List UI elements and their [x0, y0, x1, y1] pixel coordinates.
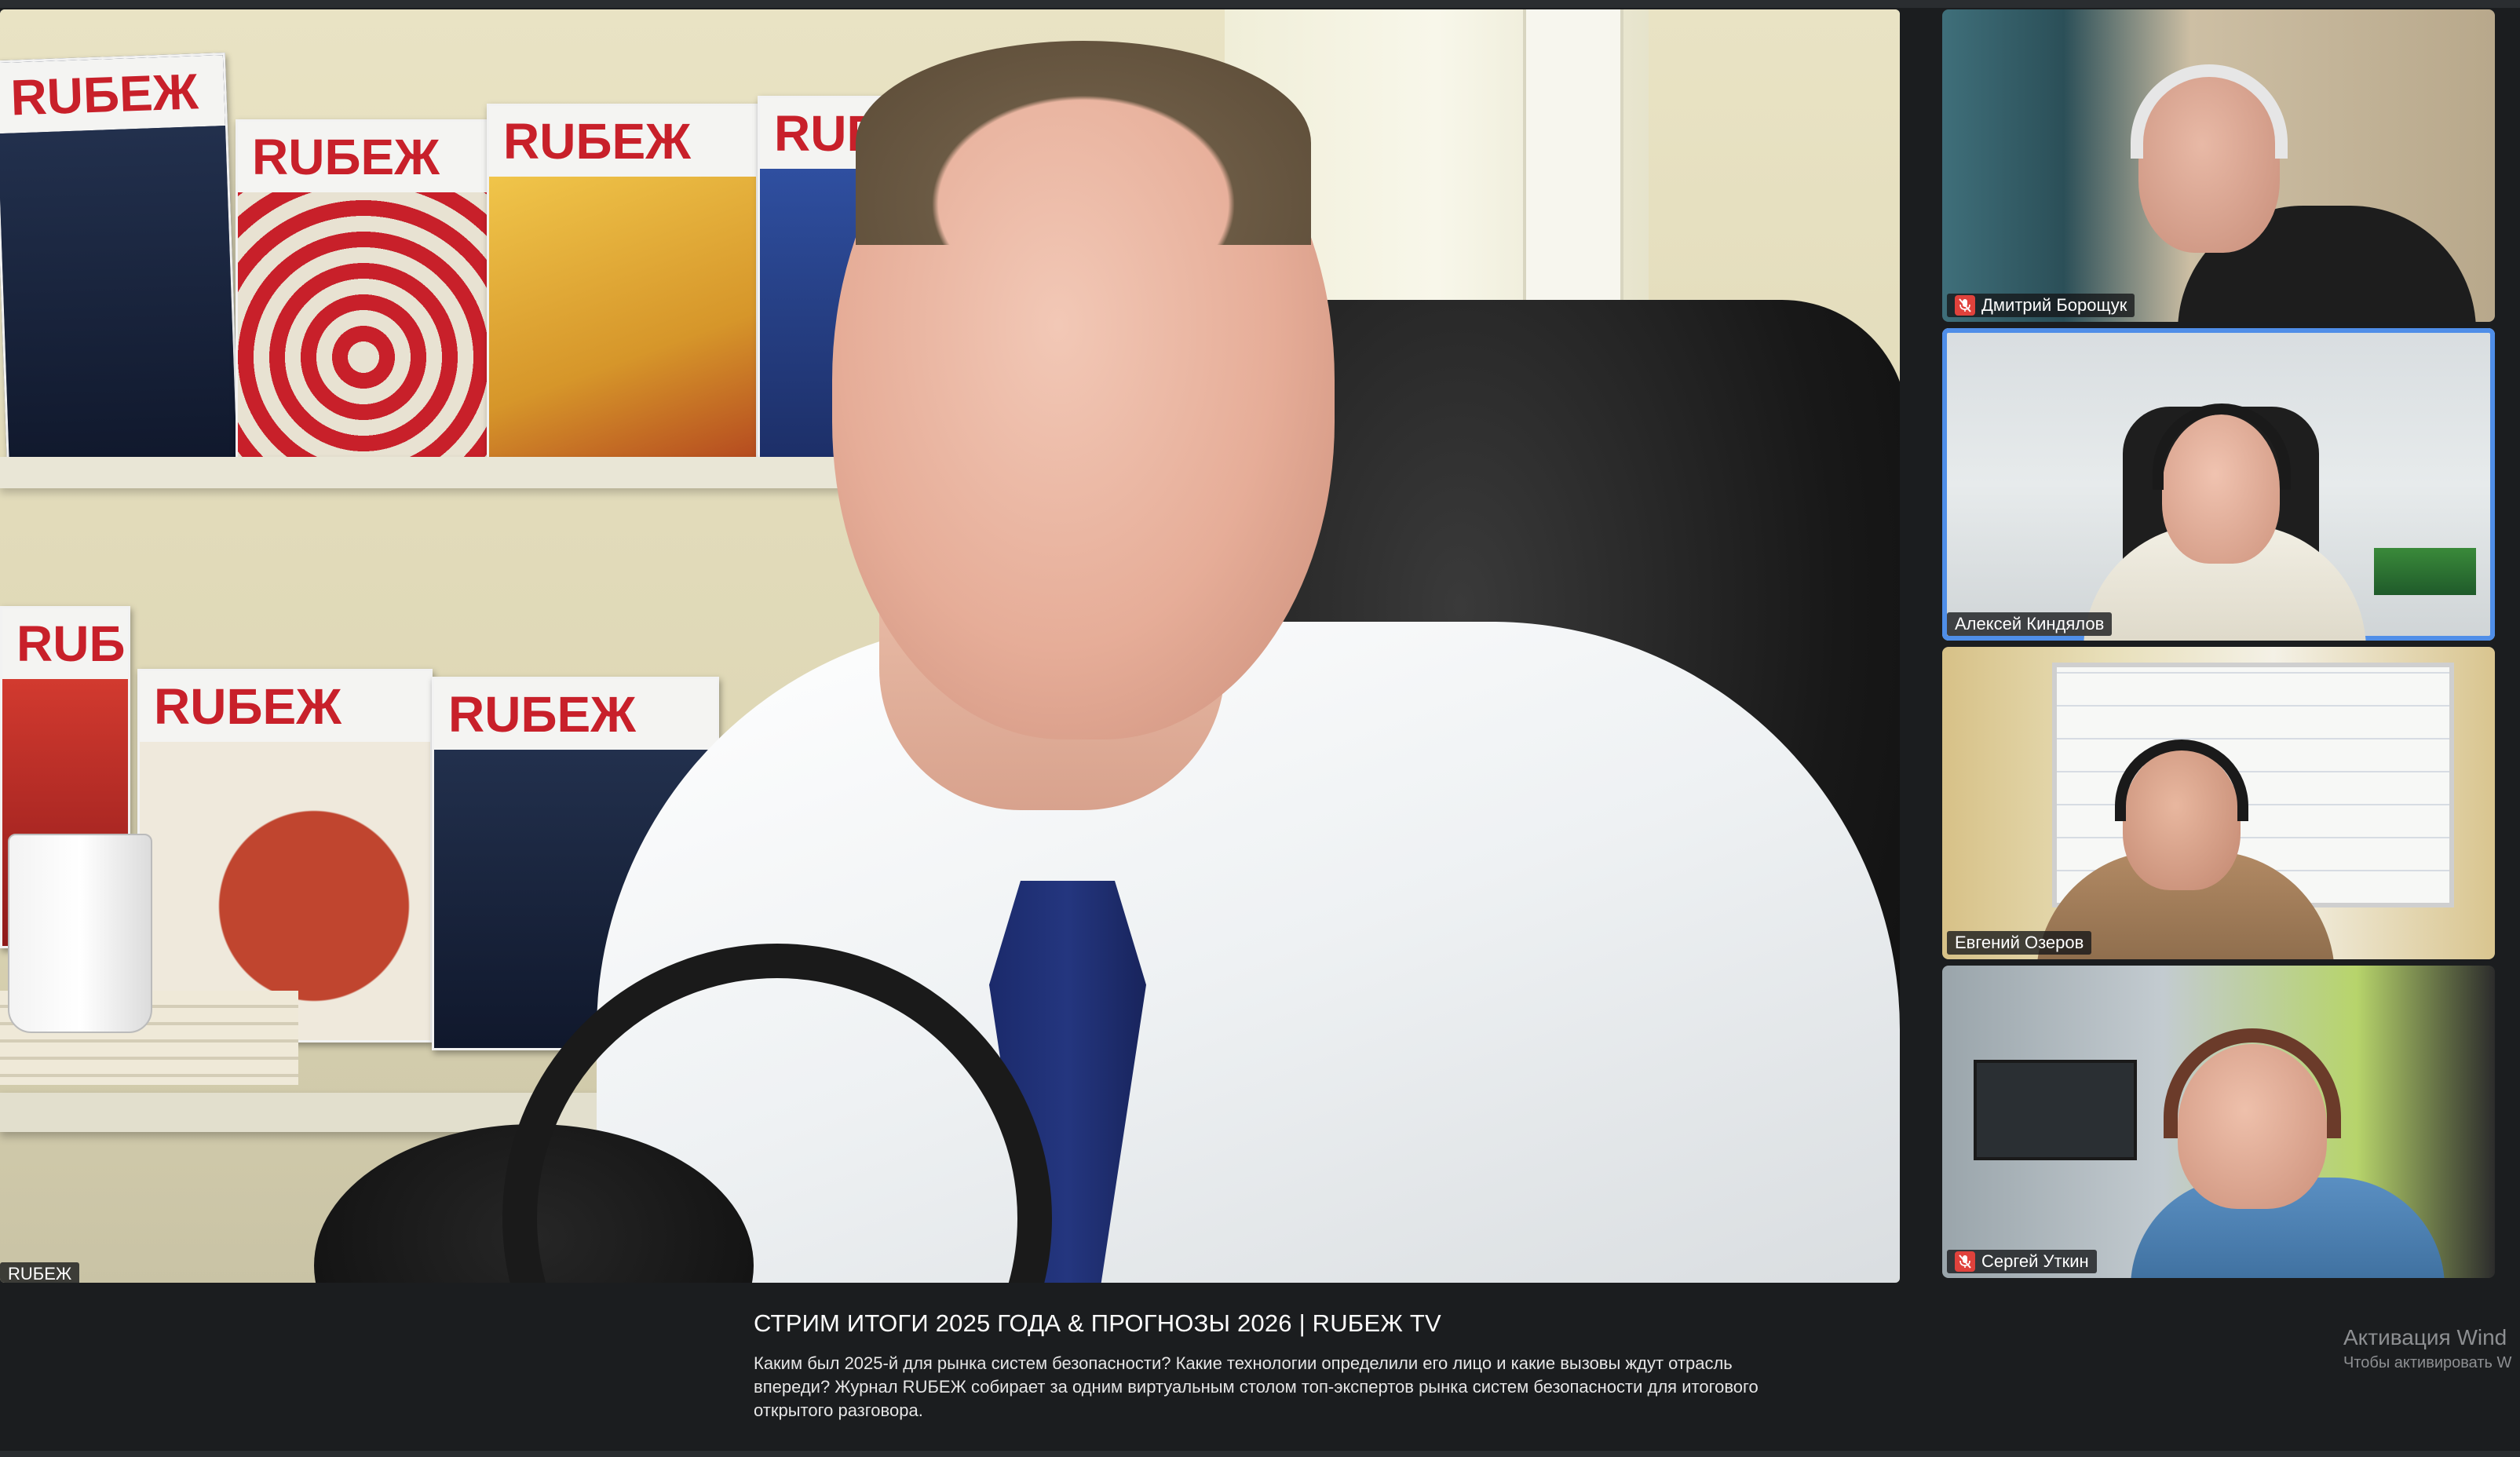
participant-name: Алексей Киндялов — [1955, 614, 2105, 634]
magazine-brand: RUБЕЖ — [0, 55, 225, 134]
mic-off-icon — [1955, 1251, 1975, 1272]
speaker-hair — [856, 41, 1311, 245]
magazine-brand: RUБЕЖ — [2, 608, 128, 679]
top-bar — [0, 0, 2520, 8]
magazine-brand: RUБЕЖ — [434, 679, 717, 750]
mic-off-icon — [1955, 295, 1975, 316]
participant-tile[interactable]: Дмитрий Борощук — [1942, 9, 2495, 322]
magazine-brand: RUБЕЖ — [140, 671, 430, 742]
magazine-art — [0, 126, 237, 471]
participant-tile-active[interactable]: Алексей Киндялов — [1942, 328, 2495, 641]
magazine-art — [489, 177, 756, 467]
main-speaker-video[interactable]: RUБЕЖ RUБЕЖ RUБЕЖ RUБЕЖ RUБЕЖ RUБЕЖ RUБЕ… — [0, 9, 1900, 1283]
stream-info: СТРИМ ИТОГИ 2025 ГОДА & ПРОГНОЗЫ 2026 | … — [754, 1309, 1806, 1422]
headphones-icon — [2164, 1028, 2341, 1138]
participant-name: Евгений Озеров — [1955, 933, 2084, 952]
participant-name: Сергей Уткин — [1981, 1251, 2089, 1271]
upper-shelf — [0, 457, 879, 488]
participant-name-tag: Дмитрий Борощук — [1947, 294, 2135, 317]
stream-description: Каким был 2025-й для рынка систем безопа… — [754, 1353, 1759, 1420]
participant-name-tag: Сергей Уткин — [1947, 1250, 2097, 1273]
participant-name-tag: Алексей Киндялов — [1947, 612, 2113, 636]
speaker-name-tag: RUБЕЖ — [0, 1262, 80, 1283]
windows-activation-watermark: Активация Wind Чтобы активировать W — [2343, 1324, 2520, 1374]
magazine-brand: RUБЕЖ — [489, 106, 756, 177]
speaker-name: RUБЕЖ — [8, 1264, 72, 1283]
stream-title: СТРИМ ИТОГИ 2025 ГОДА & ПРОГНОЗЫ 2026 | … — [754, 1309, 1441, 1337]
magazine-cover: RUБЕЖ — [137, 669, 433, 1043]
monitor — [1974, 1060, 2137, 1160]
coffee-mug — [8, 834, 152, 1033]
participant-tile[interactable]: Сергей Уткин — [1942, 966, 2495, 1278]
headphones-icon — [2131, 64, 2288, 159]
video-call-window: RUБЕЖ RUБЕЖ RUБЕЖ RUБЕЖ RUБЕЖ RUБЕЖ RUБЕ… — [0, 0, 2520, 1457]
magazine-art — [238, 192, 489, 467]
book-stack — [2374, 548, 2476, 595]
magazine-cover: RUБЕЖ — [0, 52, 240, 474]
participant-name: Дмитрий Борощук — [1981, 295, 2127, 315]
activation-title: Активация Wind — [2343, 1325, 2507, 1349]
magazine-cover: RUБЕЖ — [236, 119, 491, 469]
bottom-strip — [0, 1451, 2520, 1457]
participant-name-tag: Евгений Озеров — [1947, 931, 2092, 955]
participant-tile[interactable]: Евгений Озеров — [1942, 647, 2495, 959]
magazine-cover: RUБЕЖ — [487, 104, 758, 469]
activation-hint: Чтобы активировать W — [2343, 1354, 2512, 1371]
magazine-brand: RUБЕЖ — [238, 122, 489, 192]
